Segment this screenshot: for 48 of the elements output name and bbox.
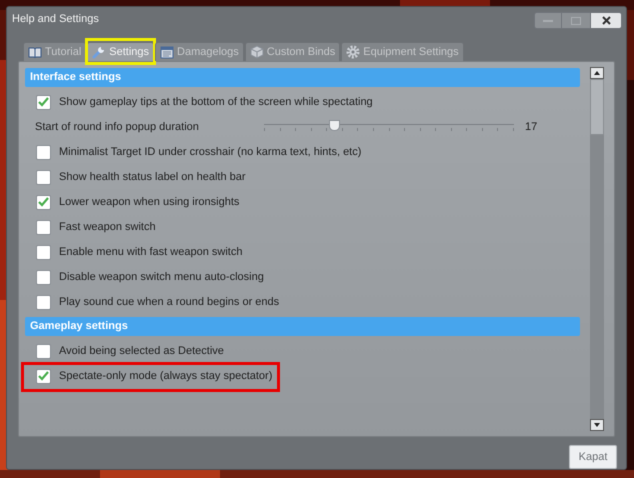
check-icon (38, 371, 49, 382)
checkbox[interactable] (36, 270, 51, 285)
gear-icon (346, 44, 360, 59)
up-arrow-icon (594, 70, 600, 75)
scrollbar[interactable] (590, 66, 604, 431)
checkbox[interactable] (36, 244, 51, 260)
setting-label: Fast weapon switch (59, 220, 156, 236)
setting-label: Avoid being selected as Detective (59, 344, 224, 360)
scroll-thumb[interactable] (590, 78, 604, 135)
check-icon (38, 197, 49, 208)
checkbox[interactable] (36, 170, 51, 185)
checkbox[interactable] (36, 220, 51, 235)
tab[interactable]: Custom Binds (244, 42, 340, 61)
close-dialog-button[interactable]: Kapat (569, 445, 617, 469)
close-icon (602, 16, 610, 26)
scroll-down-button[interactable] (590, 419, 604, 431)
box-icon (250, 44, 264, 59)
tab[interactable]: Damagelogs (155, 42, 244, 61)
checkbox[interactable] (36, 194, 51, 210)
setting-label: Disable weapon switch menu auto-closing (59, 270, 264, 286)
setting-label: Enable menu with fast weapon switch (59, 245, 242, 260)
setting-label: Show gameplay tips at the bottom of the screen while spectating (59, 95, 373, 110)
setting-label: Start of round info popup duration (35, 120, 200, 136)
checkbox[interactable] (36, 144, 51, 160)
checkbox[interactable] (36, 344, 51, 359)
setting-label: Minimalist Target ID under crosshair (no karma text, hints, etc) (59, 145, 362, 160)
checkbox[interactable] (36, 94, 51, 110)
check-icon (38, 97, 49, 108)
setting-label: Play sound cue when a round begins or ends (59, 295, 280, 310)
slider-value: 17 (525, 120, 538, 136)
setting-label: Show health status label on health bar (59, 170, 246, 186)
window-title: Help and Settings (12, 12, 99, 27)
slider-thumb[interactable] (329, 120, 340, 132)
setting-label: Lower weapon when using ironsights (59, 195, 240, 210)
section-header: Interface settings (25, 68, 580, 87)
setting-label: Spectate-only mode (always stay spectator) (59, 369, 272, 384)
checkbox[interactable] (36, 294, 51, 310)
wrench-icon (92, 44, 106, 59)
tab[interactable]: Tutorial (23, 42, 86, 61)
down-arrow-icon (594, 423, 600, 427)
checkbox[interactable] (36, 368, 51, 384)
tab[interactable]: Equipment Settings (341, 42, 464, 61)
minimize-button[interactable] (534, 12, 562, 30)
calendar-icon (160, 44, 174, 59)
close-button[interactable] (590, 12, 622, 30)
book-icon (28, 46, 42, 58)
scroll-up-button[interactable] (590, 66, 604, 79)
section-header: Gameplay settings (25, 316, 580, 336)
